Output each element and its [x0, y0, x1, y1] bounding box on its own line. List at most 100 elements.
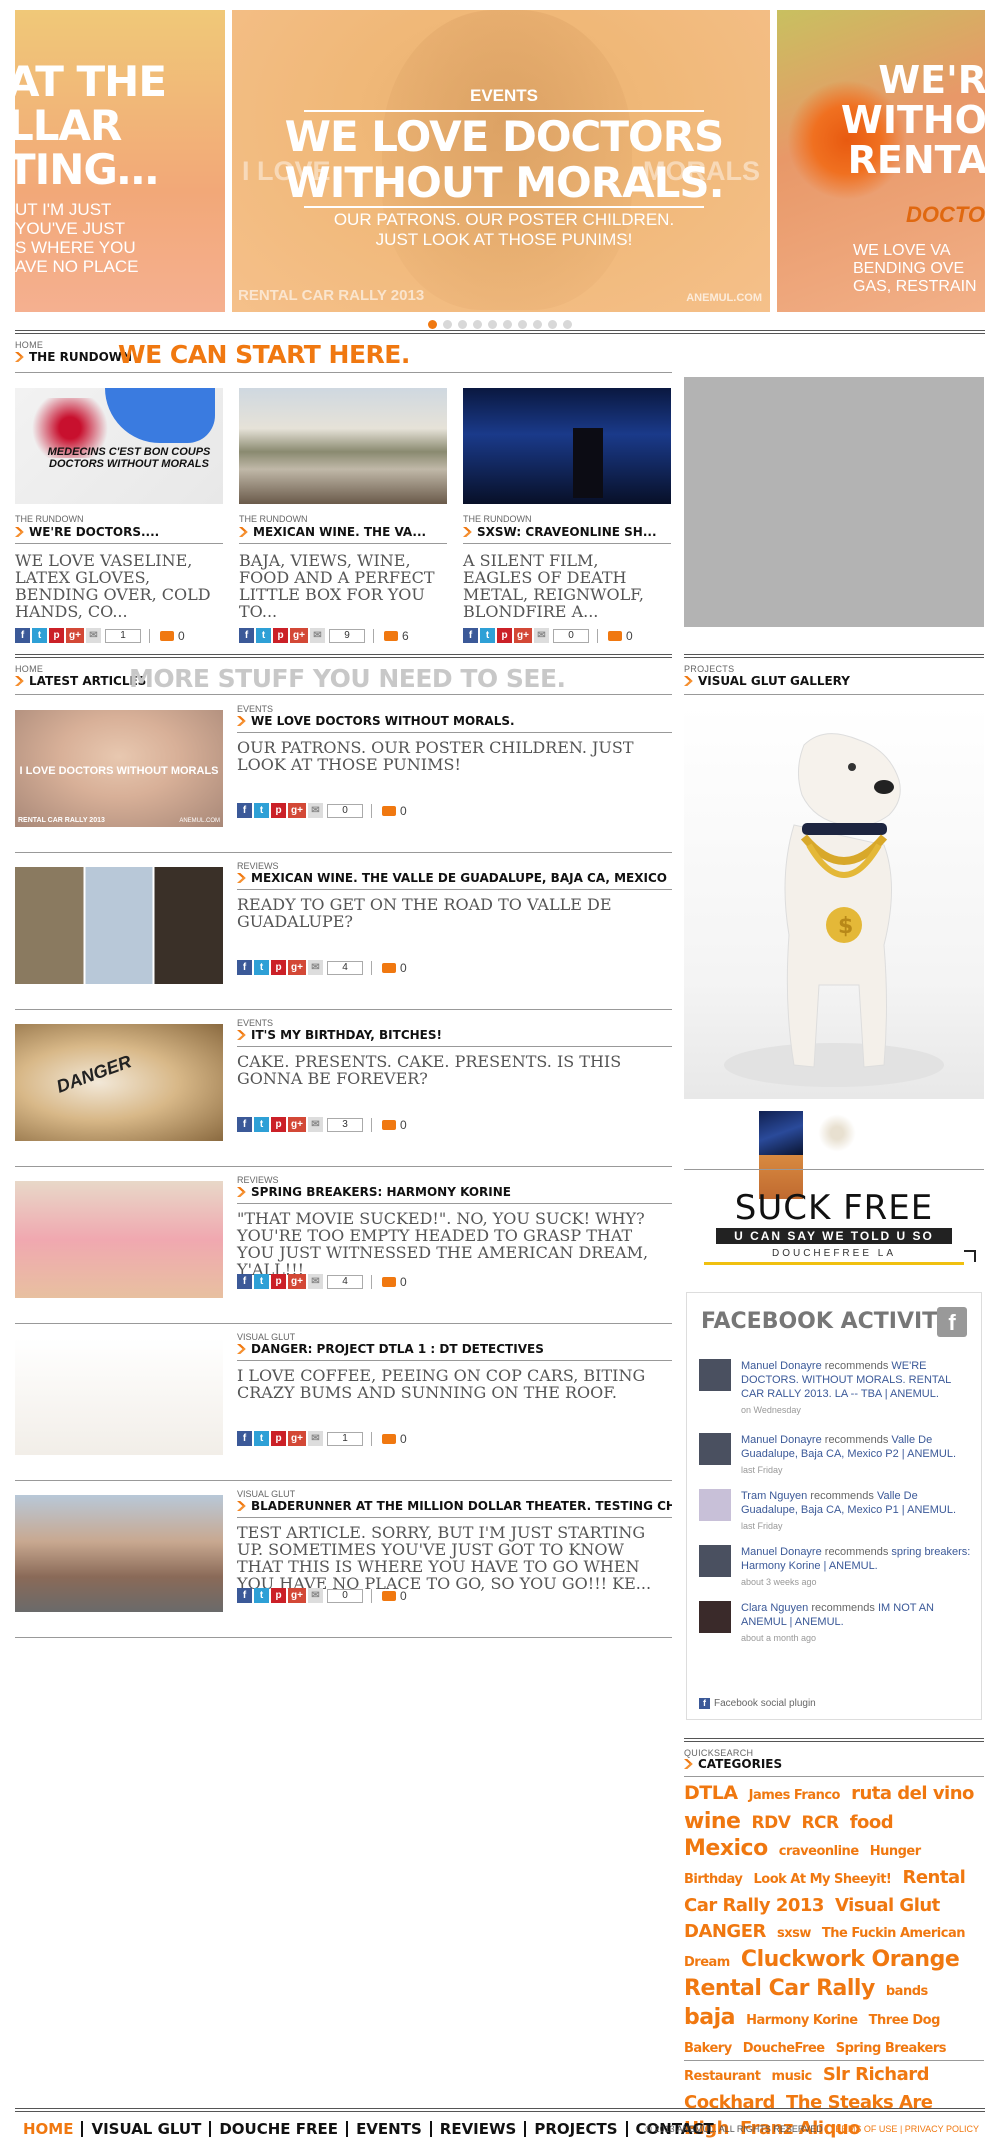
footer-nav-projects[interactable]: PROJECTS — [526, 2121, 628, 2137]
slider-dot[interactable] — [443, 320, 452, 329]
article-item[interactable]: REVIEWS MEXICAN WINE. THE VALLE DE GUADAL… — [15, 857, 672, 1013]
category-tag[interactable]: Mexico — [684, 1836, 768, 1861]
gallery-thumb[interactable] — [759, 1111, 803, 1155]
googleplus-share-icon[interactable]: g+ — [288, 1431, 306, 1446]
article-title[interactable]: MEXICAN WINE. THE VA... — [239, 525, 447, 544]
category-tag[interactable]: RDV — [752, 1813, 791, 1833]
twitter-share-icon[interactable]: t — [254, 1431, 269, 1446]
footer-nav-events[interactable]: EVENTS — [348, 2121, 432, 2137]
user-name-link[interactable]: Manuel Donayre — [741, 1360, 822, 1372]
comment-count[interactable]: 0 — [382, 1275, 407, 1289]
category-tag[interactable]: craveonline — [779, 1844, 859, 1859]
pinterest-share-icon[interactable]: p — [49, 628, 64, 643]
category-tag[interactable]: Hunger — [870, 1844, 921, 1859]
category-tag[interactable]: baja — [684, 2005, 735, 2030]
facebook-share-icon[interactable]: f — [237, 1274, 252, 1289]
pinterest-share-icon[interactable]: p — [497, 628, 512, 643]
comment-count[interactable]: 0 — [382, 804, 407, 818]
article-title[interactable]: DANGER: PROJECT DTLA 1 : DT DETECTIVES — [237, 1342, 672, 1361]
article-category[interactable]: REVIEWS — [237, 861, 279, 871]
article-title[interactable]: SPRING BREAKERS: HARMONY KORINE — [237, 1185, 672, 1204]
article-thumbnail[interactable] — [463, 388, 671, 504]
category-tag[interactable]: Restaurant — [684, 2069, 761, 2084]
category-tag[interactable]: DANGER — [684, 1921, 766, 1942]
facebook-share-icon[interactable]: f — [237, 803, 252, 818]
twitter-share-icon[interactable]: t — [480, 628, 495, 643]
twitter-share-icon[interactable]: t — [254, 1588, 269, 1603]
facebook-footer[interactable]: f Facebook social plugin — [699, 1698, 816, 1709]
article-category[interactable]: THE RUNDOWN — [463, 514, 671, 524]
user-name-link[interactable]: Tram Nguyen — [741, 1490, 807, 1502]
ad-placeholder[interactable] — [684, 377, 984, 627]
googleplus-share-icon[interactable]: g+ — [288, 1117, 306, 1132]
pinterest-share-icon[interactable]: p — [271, 1431, 286, 1446]
article-category[interactable]: REVIEWS — [237, 1175, 279, 1185]
twitter-share-icon[interactable]: t — [254, 1274, 269, 1289]
article-category[interactable]: VISUAL GLUT — [237, 1489, 295, 1499]
category-tag[interactable]: Cluckwork Orange — [741, 1947, 960, 1972]
breadcrumb[interactable]: HOME — [15, 340, 43, 350]
category-tag[interactable]: ruta del vino — [851, 1783, 974, 1804]
rundown-card[interactable]: THE RUNDOWN MEXICAN WINE. THE VA... BAJA, … — [239, 388, 447, 646]
category-tag[interactable]: Birthday — [684, 1872, 743, 1887]
article-thumbnail[interactable] — [15, 1181, 223, 1298]
article-item[interactable]: DANGER EVENTS IT'S MY BIRTHDAY, BITCHES! CA… — [15, 1014, 672, 1170]
slide-previous[interactable]: AT THE LLAR TING… UT I'M JUST YOU'VE JUS… — [15, 10, 225, 312]
article-title[interactable]: WE LOVE DOCTORS WITHOUT MORALS. — [237, 714, 672, 733]
article-item[interactable]: VISUAL GLUT DANGER: PROJECT DTLA 1 : DT D… — [15, 1328, 672, 1484]
article-item[interactable]: REVIEWS SPRING BREAKERS: HARMONY KORINE "T… — [15, 1171, 672, 1327]
category-tag[interactable]: RCR — [801, 1813, 839, 1833]
article-item[interactable]: VISUAL GLUT BLADERUNNER AT THE MILLION DO… — [15, 1485, 672, 1641]
breadcrumb[interactable]: HOME — [15, 664, 43, 674]
avatar[interactable] — [699, 1433, 731, 1465]
terms-link[interactable]: TERMS OF USE — [830, 2124, 898, 2134]
facebook-share-icon[interactable]: f — [463, 628, 478, 643]
pinterest-share-icon[interactable]: p — [273, 628, 288, 643]
article-category[interactable]: EVENTS — [237, 704, 273, 714]
slider-dot[interactable] — [548, 320, 557, 329]
user-name-link[interactable]: Clara Nguyen — [741, 1602, 808, 1614]
facebook-share-icon[interactable]: f — [237, 960, 252, 975]
comment-count[interactable]: 0 — [608, 629, 633, 643]
twitter-share-icon[interactable]: t — [254, 803, 269, 818]
facebook-share-icon[interactable]: f — [237, 1117, 252, 1132]
email-share-icon[interactable]: ✉ — [86, 628, 101, 643]
hero-slider[interactable]: AT THE LLAR TING… UT I'M JUST YOU'VE JUS… — [15, 10, 985, 312]
category-tag[interactable]: James Franco — [749, 1788, 841, 1803]
slider-dot[interactable] — [473, 320, 482, 329]
breadcrumb[interactable]: PROJECTS — [684, 664, 734, 674]
avatar[interactable] — [699, 1359, 731, 1391]
article-category[interactable]: VISUAL GLUT — [237, 1332, 295, 1342]
category-tag[interactable]: Harmony Korine — [746, 2013, 858, 2028]
googleplus-share-icon[interactable]: g+ — [66, 628, 84, 643]
pinterest-share-icon[interactable]: p — [271, 1588, 286, 1603]
category-tag[interactable]: DoucheFree — [743, 2041, 825, 2056]
comment-count[interactable]: 0 — [382, 1432, 407, 1446]
email-share-icon[interactable]: ✉ — [308, 1117, 323, 1132]
email-share-icon[interactable]: ✉ — [534, 628, 549, 643]
twitter-share-icon[interactable]: t — [254, 960, 269, 975]
email-share-icon[interactable]: ✉ — [308, 960, 323, 975]
article-item[interactable]: I LOVE DOCTORS WITHOUT MORALS RENTAL CAR … — [15, 700, 672, 856]
slider-dot[interactable] — [458, 320, 467, 329]
rundown-card[interactable]: MEDECINS C'EST BON COUPS DOCTORS WITHOUT… — [15, 388, 223, 646]
comment-count[interactable]: 0 — [382, 961, 407, 975]
facebook-share-icon[interactable]: f — [15, 628, 30, 643]
slider-dot[interactable] — [533, 320, 542, 329]
slider-dot[interactable] — [518, 320, 527, 329]
email-share-icon[interactable]: ✉ — [308, 803, 323, 818]
gallery-thumb[interactable] — [815, 1111, 859, 1155]
article-thumbnail[interactable] — [15, 867, 223, 984]
twitter-share-icon[interactable]: t — [254, 1117, 269, 1132]
slide-current[interactable]: EVENTS I LOVE MORALS WE LOVE DOCTORS WIT… — [229, 10, 773, 312]
slider-dot[interactable] — [488, 320, 497, 329]
footer-nav-visual-glut[interactable]: VISUAL GLUT — [83, 2121, 212, 2137]
email-share-icon[interactable]: ✉ — [308, 1274, 323, 1289]
category-tag[interactable]: sxsw — [777, 1926, 811, 1941]
article-title[interactable]: MEXICAN WINE. THE VALLE DE GUADALUPE, BA… — [237, 871, 672, 890]
email-share-icon[interactable]: ✉ — [308, 1588, 323, 1603]
article-title[interactable]: WE'RE DOCTORS.... — [15, 525, 223, 544]
footer-nav-reviews[interactable]: REVIEWS — [432, 2121, 527, 2137]
googleplus-share-icon[interactable]: g+ — [288, 803, 306, 818]
privacy-link[interactable]: PRIVACY POLICY — [905, 2124, 979, 2134]
